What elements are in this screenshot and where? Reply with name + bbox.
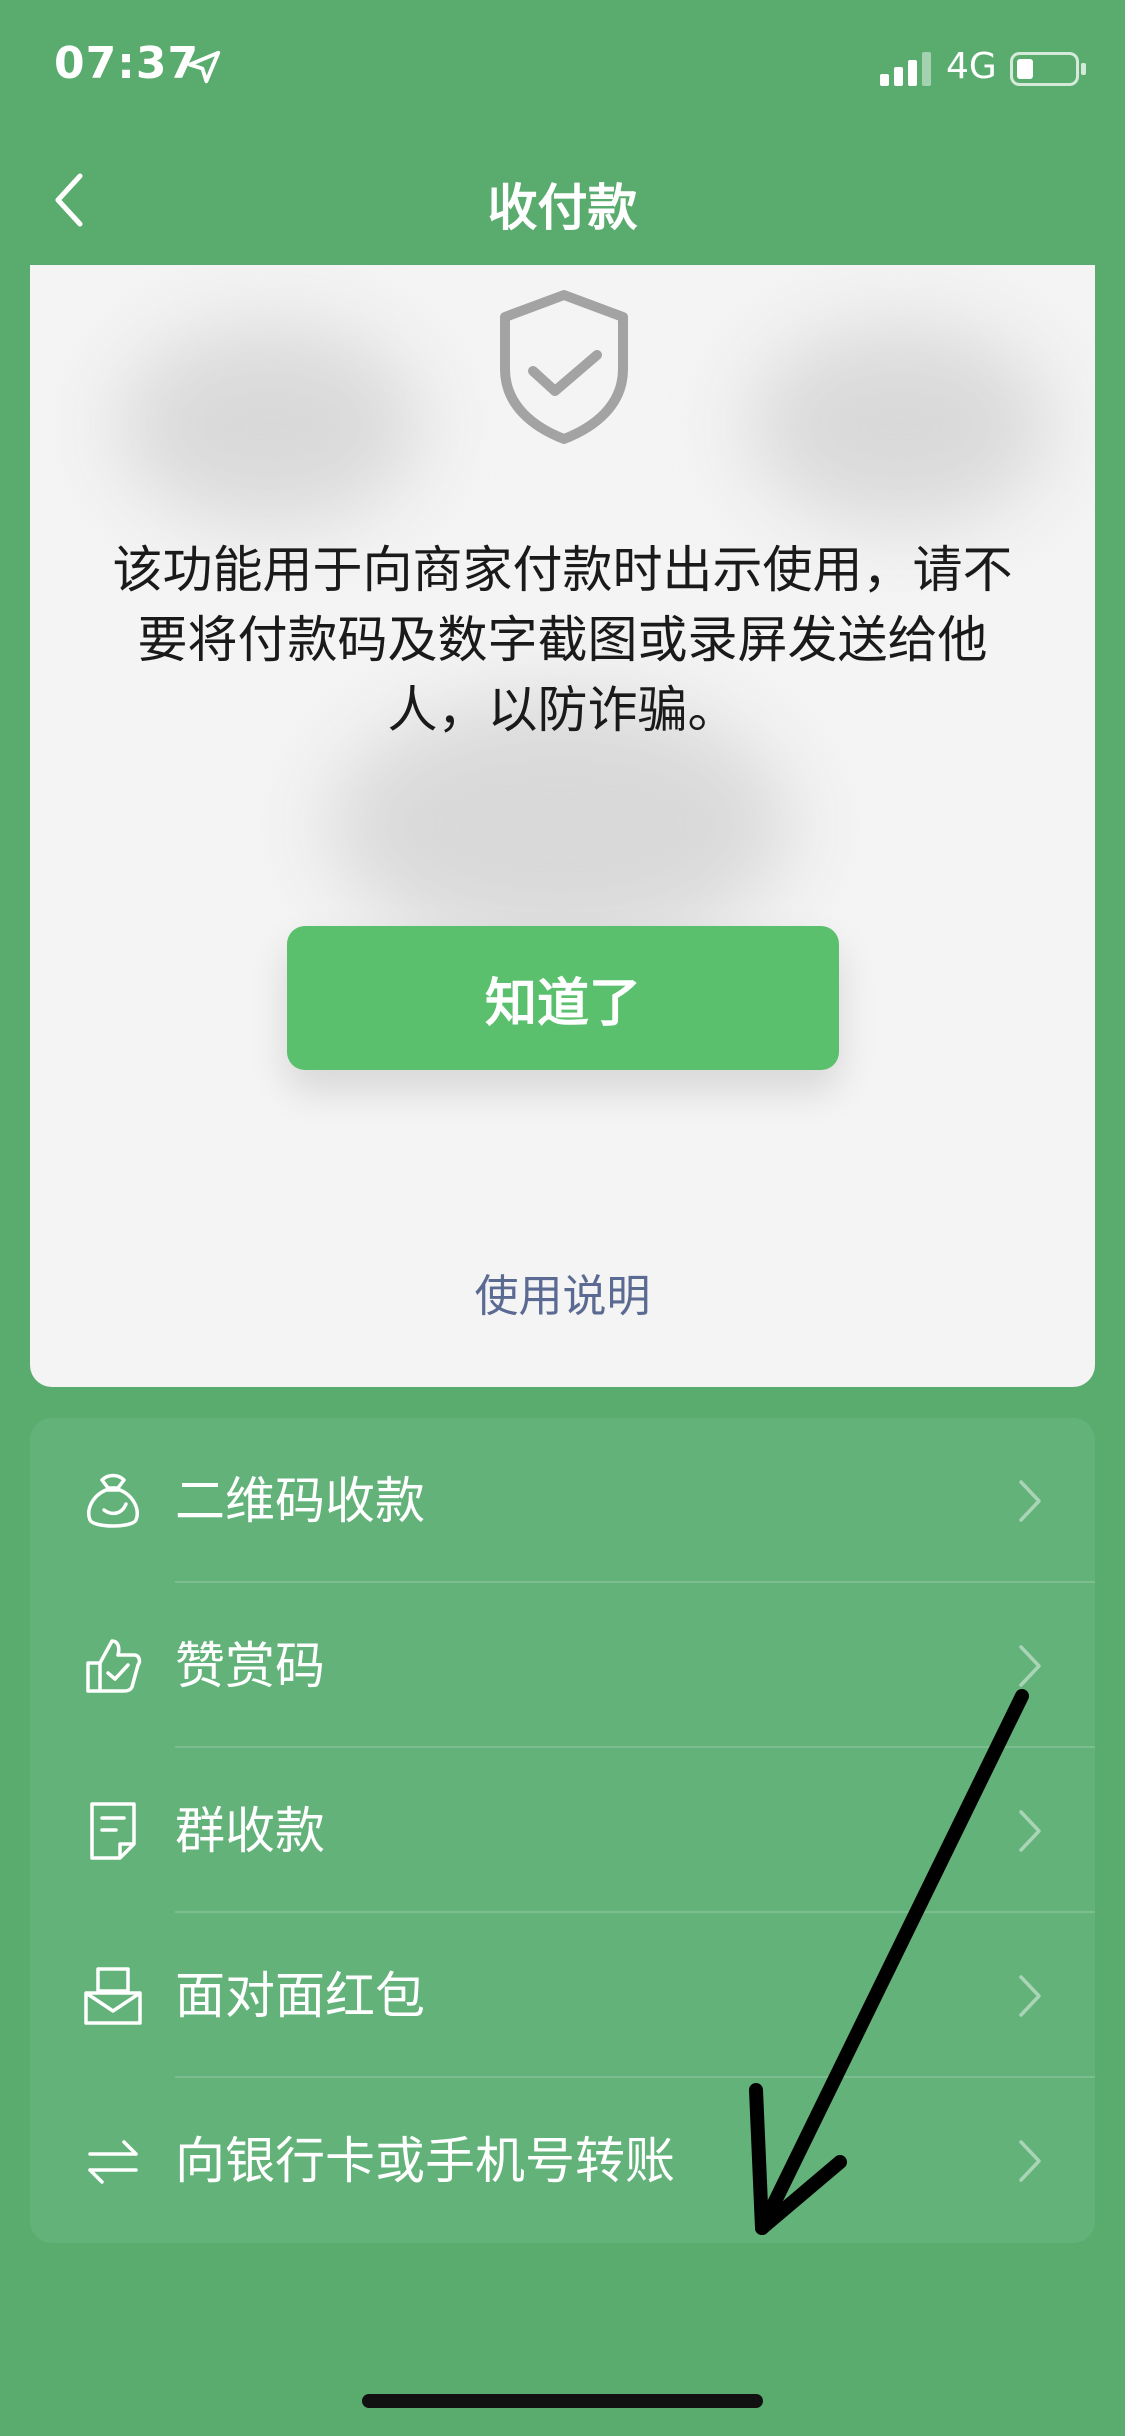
thumbs-up-icon	[86, 1639, 142, 1693]
chevron-right-icon	[1019, 1480, 1041, 1522]
confirm-button[interactable]: 知道了	[287, 926, 839, 1070]
receipt-icon	[90, 1802, 136, 1860]
transfer-arrows-icon	[88, 2140, 138, 2184]
navigation-bar: 收付款	[0, 140, 1125, 260]
usage-instructions-link[interactable]: 使用说明	[30, 1260, 1095, 1324]
menu-item-label: 面对面红包	[175, 1967, 425, 2025]
home-indicator[interactable]	[362, 2394, 763, 2408]
status-bar: 07:37 4G	[0, 0, 1125, 130]
location-arrow-icon	[187, 50, 221, 84]
money-bag-icon	[87, 1473, 139, 1528]
blurred-code-area	[120, 325, 420, 525]
network-label: 4G	[946, 46, 997, 87]
notice-message: 该功能用于向商家付款时出示使用，请不要将付款码及数字截图或录屏发送给他人，以防诈…	[112, 541, 1013, 739]
blurred-code-area	[750, 325, 1050, 525]
menu-item-qr-receive[interactable]: 二维码收款	[30, 1418, 1095, 1583]
menu-item-label: 二维码收款	[175, 1472, 425, 1530]
red-packet-icon	[84, 1967, 142, 2025]
menu-item-label: 群收款	[175, 1802, 325, 1860]
annotation-arrow-icon	[749, 1689, 1029, 2235]
status-time: 07:37	[54, 38, 200, 89]
battery-icon	[1010, 52, 1086, 86]
shield-check-icon	[500, 290, 628, 444]
page-title: 收付款	[487, 179, 638, 237]
security-notice-card: 该功能用于向商家付款时出示使用，请不要将付款码及数字截图或录屏发送给他人，以防诈…	[30, 265, 1095, 1387]
menu-item-label: 向银行卡或手机号转账	[175, 2132, 675, 2190]
cellular-signal-icon	[880, 52, 931, 86]
menu-item-label: 赞赏码	[175, 1637, 325, 1695]
